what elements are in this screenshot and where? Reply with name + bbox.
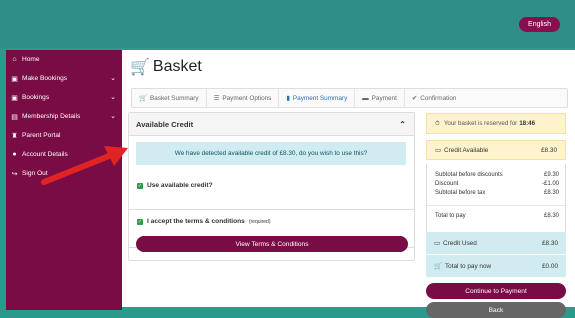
panel-title: Available Credit [136,119,194,129]
required-note: (required) [248,218,271,225]
credit-info-alert: We have detected available credit of £8.… [136,142,406,165]
step-label: Basket Summary [149,94,199,102]
panel-header[interactable]: Available Credit ⌃ [129,113,414,136]
main-content: 🛒 Basket 🛒 Basket Summary ☰ Payment Option… [122,50,575,318]
chevron-down-icon: ⌄ [110,113,116,120]
sidebar-item-home[interactable]: ⌂ Home [6,50,122,69]
money-icon: ▭ [434,240,441,247]
step-label: Payment Options [222,94,272,102]
summary-row: Subtotal before tax £8.30 [435,190,559,196]
language-button[interactable]: English [519,17,560,32]
money-icon: ▭ [435,147,442,154]
continue-to-payment-button[interactable]: Continue to Payment [426,283,566,299]
divider [427,205,565,206]
basket-reserved-notice: ⏱ Your basket is reserved for 18:46 [426,113,566,134]
sidebar-item-membership-details[interactable]: ▤ Membership Details ⌄ [6,107,122,126]
list-icon: ☰ [213,95,220,102]
chevron-down-icon: ⌄ [110,94,116,101]
credit-used-value: £8.30 [542,239,558,247]
sidebar-item-label: Membership Details [22,113,81,120]
top-bar: English [0,0,575,48]
check-icon: ✔ [411,95,418,102]
reserved-time: 18:46 [519,120,536,127]
total-to-pay-now-row: 🛒 Total to pay now £0.00 [426,255,566,277]
chevron-up-icon[interactable]: ⌃ [399,120,406,129]
calendar-icon: ▣ [11,75,18,83]
sidebar-item-label: Parent Portal [22,132,61,139]
cart-icon: 🛒 [434,263,442,270]
checkbox-checked-icon[interactable]: ✓ [137,182,143,189]
terms-panel: ✓ I accept the terms & conditions (requi… [128,209,415,261]
row-label: Subtotal before tax [435,190,486,196]
calendar-icon: ▣ [11,94,18,102]
page-title: 🛒 Basket [130,57,202,77]
row-value: £8.30 [543,213,559,219]
step-confirmation[interactable]: ✔ Confirmation [405,89,464,107]
red-arrow-annotation [41,146,128,185]
back-button[interactable]: Back [426,302,566,318]
page-title-text: Basket [152,58,202,75]
checkout-steps: 🛒 Basket Summary ☰ Payment Options ▮ Paymen… [131,88,568,108]
sidebar-item-bookings[interactable]: ▣ Bookings ⌄ [6,88,122,107]
step-payment-options[interactable]: ☰ Payment Options [207,89,280,107]
terms-label: I accept the terms & conditions [147,218,245,225]
trophy-icon: ♜ [11,132,18,140]
home-icon: ⌂ [12,56,17,63]
checkbox-checked-icon[interactable]: ✓ [137,218,143,225]
credit-available-label: Credit Available [444,146,489,154]
credit-used-label: Credit Used [443,239,477,247]
clock-icon: ⏱ [435,119,440,127]
step-payment-summary[interactable]: ▮ Payment Summary [279,89,356,107]
row-label: Subtotal before discounts [435,172,503,178]
row-value: £9.30 [543,172,559,178]
summary-row: Subtotal before discounts £9.30 [435,172,559,178]
user-icon: ● [12,151,17,158]
row-label: Discount [435,181,459,187]
credit-available-value: £8.30 [541,146,557,154]
sidebar-item-label: Home [22,56,40,63]
use-credit-label: Use available credit? [147,182,213,189]
order-summary: Subtotal before discounts £9.30 Discount -… [426,164,566,236]
cart-icon: 🛒 [139,95,147,102]
total-now-value: £0.00 [542,262,558,270]
step-basket-summary[interactable]: 🛒 Basket Summary [132,89,207,107]
row-label: Total to pay [435,213,466,219]
credit-available-row: ▭ Credit Available £8.30 [426,140,566,160]
row-value: -£1.00 [541,181,559,187]
chevron-down-icon: ⌄ [110,75,116,82]
card-icon: ▬ [362,94,369,102]
document-icon: ▮ [286,95,290,102]
sidebar-item-make-bookings[interactable]: ▣ Make Bookings ⌄ [6,69,122,88]
row-value: £8.30 [543,190,559,196]
summary-row: Total to pay £8.30 [435,213,559,219]
sidebar-item-label: Make Bookings [22,75,68,82]
terms-checkbox-row[interactable]: ✓ I accept the terms & conditions (requi… [137,218,271,225]
view-terms-button[interactable]: View Terms & Conditions [136,236,408,252]
step-label: Payment [371,94,397,102]
sign-out-icon: ↪ [11,170,18,178]
cart-icon: 🛒 [130,59,150,76]
sidebar-item-label: Bookings [22,94,50,101]
step-label: Payment Summary [292,94,348,102]
total-now-label: Total to pay now [444,262,492,270]
step-payment[interactable]: ▬ Payment [355,89,405,107]
use-credit-checkbox-row[interactable]: ✓ Use available credit? [137,182,213,189]
step-label: Confirmation [420,94,457,102]
summary-row: Discount -£1.00 [435,181,559,187]
reserved-text: Your basket is reserved for [443,120,518,127]
card-icon: ▤ [11,113,18,121]
credit-used-row: ▭ Credit Used £8.30 [426,232,566,254]
